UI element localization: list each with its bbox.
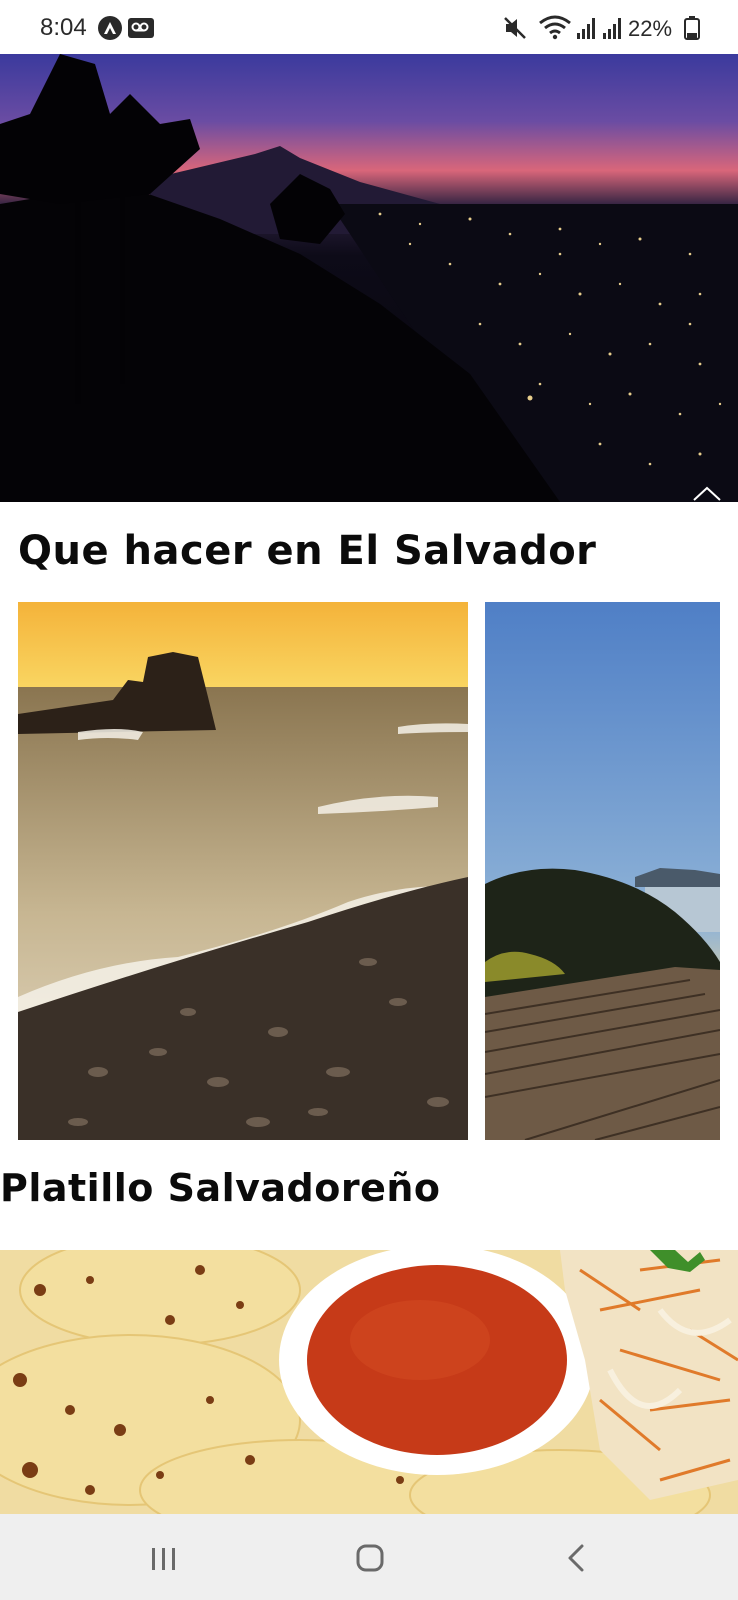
home-icon <box>356 1544 384 1572</box>
hero-image <box>0 54 738 502</box>
battery-icon <box>684 16 700 45</box>
recent-apps-icon <box>152 1548 175 1570</box>
app-notification-icon <box>98 16 122 40</box>
recent-apps-button[interactable] <box>144 1538 184 1578</box>
signal-icon <box>576 15 598 46</box>
signal-icon <box>602 15 624 46</box>
battery-percent: 22% <box>628 16 673 41</box>
status-time: 8:04 <box>40 14 87 41</box>
voicemail-icon <box>128 18 154 38</box>
section-title-dish: Platillo Salvadoreño <box>0 1166 441 1210</box>
mute-icon <box>502 15 528 46</box>
wifi-icon <box>538 14 572 45</box>
system-nav-bar <box>0 1514 738 1600</box>
back-button[interactable] <box>558 1538 598 1578</box>
mountain-image-card[interactable] <box>485 602 720 1140</box>
food-image[interactable] <box>0 1250 738 1514</box>
section-title-things-to-do: Que hacer en El Salvador <box>18 528 597 574</box>
back-icon <box>568 1544 584 1572</box>
home-button[interactable] <box>350 1538 390 1578</box>
beach-image-card[interactable] <box>18 602 468 1140</box>
status-bar: 8:04 22% <box>0 0 738 54</box>
